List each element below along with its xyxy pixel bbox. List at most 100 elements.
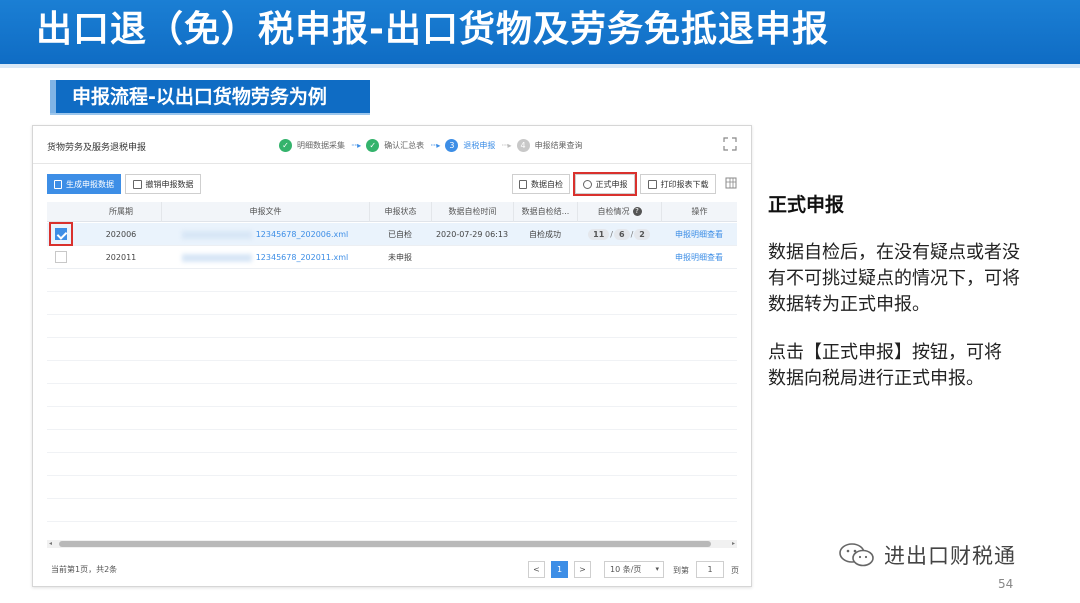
file-name: 12345678_202006.xml [255,230,349,239]
side-paragraph-line: 数据向税局进行正式申报。 [768,368,984,389]
printer-icon [647,179,657,189]
page-number: 54 [998,577,1014,591]
scroll-left-icon[interactable]: ◂ [49,540,52,548]
generate-data-button[interactable]: 生成申报数据 [47,174,121,194]
redacted-text [181,253,252,262]
step-result: 4 申报结果查询 [516,138,583,152]
step-number-badge: 4 [516,138,530,152]
pill-count[interactable]: 11 [588,229,610,240]
step-label: 确认汇总表 [384,140,425,150]
cell-file[interactable]: 12345678_202011.xml [161,246,369,269]
total-count: 当前第1页，共2条 [51,565,118,574]
app-window: 货物劳务及服务退税申报 ✓ 明细数据采集 ····▸ ✓ 确认汇总表 ····▸… [32,125,752,587]
dotted-arrow-icon: ····▸ [351,140,361,150]
cell-check-time: 2020-07-29 06:13 [435,230,509,239]
app-title: 货物劳务及服务退税申报 [47,143,147,153]
cell-check-result [513,246,577,269]
cell-period: 202006 [105,230,137,239]
view-detail-link[interactable]: 申报明细查看 [661,246,737,269]
col-file: 申报文件 [161,202,369,222]
cell-status: 已自检 [388,230,412,239]
title-underline [0,64,1080,68]
step-progress: ✓ 明细数据采集 ····▸ ✓ 确认汇总表 ····▸ 3 退税申报 ····… [279,138,583,152]
col-period: 所属期 [109,207,133,216]
pill-count[interactable]: 2 [634,229,650,240]
horizontal-scrollbar[interactable]: ◂ ▸ [47,540,737,548]
col-check-result: 数据自检结... [513,202,577,222]
page-unit-label: 页 [731,566,739,575]
watermark-text: 进出口财税通 [884,544,1016,568]
expand-icon[interactable] [723,137,737,151]
current-page-button[interactable]: 1 [551,561,568,578]
declaration-table: 所属期 申报文件 申报状态 数据自检时间 数据自检结... 自检情况? 操作 2… [47,202,737,542]
scroll-right-icon[interactable]: ▸ [732,540,735,548]
self-check-button[interactable]: 数据自检 [512,174,570,194]
step-collect: ✓ 明细数据采集 [279,138,345,152]
empty-row [47,407,737,430]
view-detail-link[interactable]: 申报明细查看 [661,223,737,246]
empty-row [47,384,737,407]
help-icon[interactable]: ? [632,207,642,216]
slide-title: 出口退（免）税申报-出口货物及劳务免抵退申报 [36,9,829,50]
empty-row [47,430,737,453]
row-checkbox[interactable] [55,251,67,263]
cell-file[interactable]: 12345678_202006.xml [161,223,369,246]
goto-label: 到第 [673,566,689,575]
step-label: 申报结果查询 [534,140,583,150]
cell-check-time [431,246,513,269]
check-circle-icon: ✓ [279,138,292,152]
step-number-badge: 3 [445,138,459,152]
next-page-button[interactable]: > [574,561,591,578]
prev-page-button[interactable]: < [528,561,545,578]
subtitle-underline [50,113,370,115]
button-label: 打印报表下载 [660,179,709,189]
formal-declare-button[interactable]: 正式申报 [573,172,637,196]
document-icon [519,179,527,189]
toolbar: 生成申报数据 撤销申报数据 数据自检 正式申报 打印报表下载 [33,172,751,196]
section-subtitle-text: 申报流程-以出口货物劳务为例 [72,86,327,108]
wechat-icon [839,543,874,567]
slide-title-bar: 出口退（免）税申报-出口货物及劳务免抵退申报 [0,0,1080,64]
table-row[interactable]: 202006 12345678_202006.xml 已自检 2020-07-2… [47,222,737,246]
empty-row [47,292,737,315]
step-label: 退税申报 [463,140,496,150]
pill-count[interactable]: 6 [613,229,630,240]
button-label: 数据自检 [531,179,563,189]
col-action: 操作 [661,202,737,222]
revoke-data-button[interactable]: 撤销申报数据 [125,174,201,194]
table-header: 所属期 申报文件 申报状态 数据自检时间 数据自检结... 自检情况? 操作 [47,202,737,222]
caret-down-icon: ▾ [655,565,659,573]
button-label: 撤销申报数据 [145,179,194,189]
column-settings-icon[interactable] [725,177,737,189]
col-check-detail-label: 自检情况 [597,207,630,216]
empty-row [47,361,737,384]
file-name: 12345678_202011.xml [255,253,349,262]
app-header: 货物劳务及服务退税申报 ✓ 明细数据采集 ····▸ ✓ 确认汇总表 ····▸… [33,126,751,164]
side-paragraph-line: 数据转为正式申报。 [768,294,930,315]
cell-check-result: 自检成功 [529,230,561,239]
empty-row [47,476,737,499]
side-heading: 正式申报 [768,194,845,216]
empty-row [47,338,737,361]
pagination-bar: 当前第1页，共2条 < 1 > 10 条/页 ▾ 到第 1 页 [33,556,751,584]
step-confirm: ✓ 确认汇总表 [366,138,425,152]
col-check-detail: 自检情况? [577,202,661,222]
page-size-value: 10 条/页 [610,565,642,574]
upload-icon [582,179,592,189]
checkbox-highlight [49,222,73,246]
side-paragraph-line: 点击【正式申报】按钮，可将 [768,342,1002,363]
empty-row [47,453,737,476]
print-download-button[interactable]: 打印报表下载 [640,174,716,194]
empty-row [47,499,737,522]
scrollbar-thumb[interactable] [59,541,711,547]
cell-check-detail: 11/6/2 [577,223,661,246]
dotted-arrow-icon: ····▸ [430,140,440,150]
table-row[interactable]: 202011 12345678_202011.xml 未申报 申报明细查看 [47,246,737,269]
cell-status: 未申报 [388,253,412,262]
dotted-arrow-icon: ····▸ [501,140,511,150]
page-size-select[interactable]: 10 条/页 ▾ [604,561,664,578]
check-circle-icon: ✓ [366,138,380,152]
col-check-time: 数据自检时间 [431,202,513,222]
goto-page-input[interactable]: 1 [696,561,724,578]
revoke-icon [132,179,142,189]
